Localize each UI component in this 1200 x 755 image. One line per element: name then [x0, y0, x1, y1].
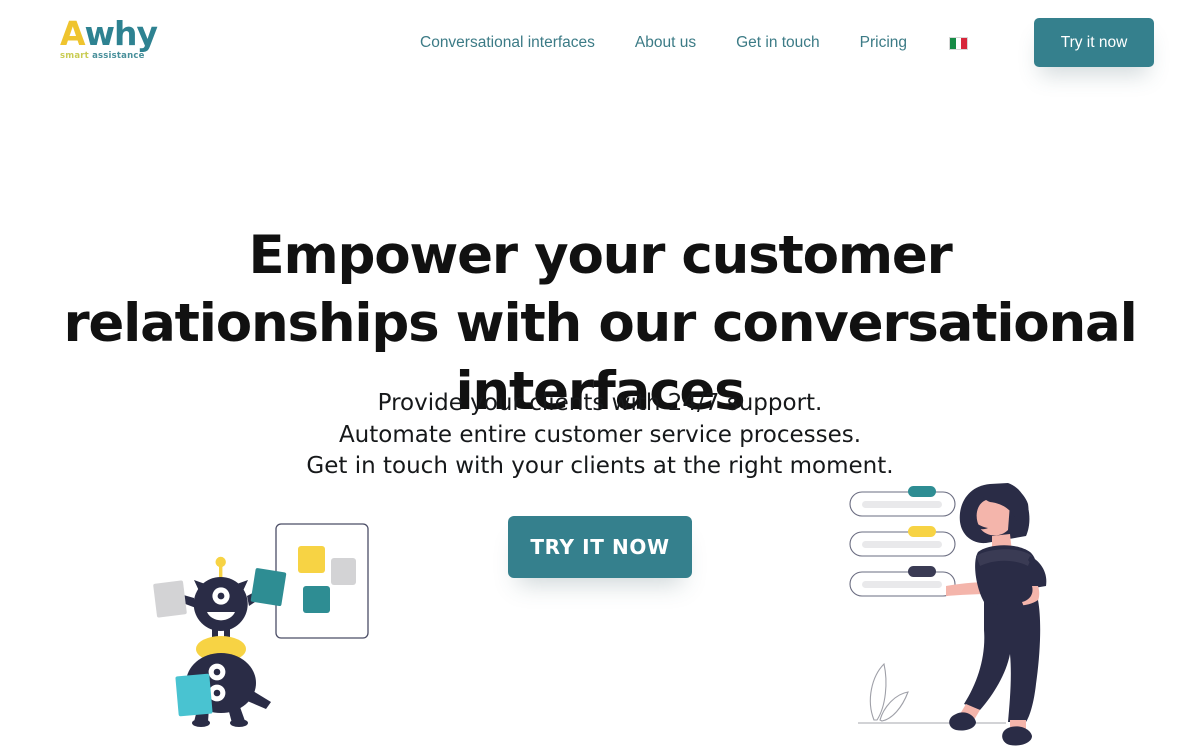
nav-spacer — [595, 43, 635, 44]
logo-wordmark: Awhy — [60, 14, 158, 53]
logo-tagline-smart: smart — [60, 51, 89, 61]
subtitle-line-2: Automate entire customer service process… — [338, 421, 862, 448]
nav-item-pricing[interactable]: Pricing — [860, 30, 907, 56]
primary-navigation: Conversational interfaces About us Get i… — [420, 30, 969, 56]
nav-item-conversational-interfaces[interactable]: Conversational interfaces — [420, 30, 595, 56]
list-bar-2 — [849, 526, 956, 557]
nav-spacer — [820, 43, 860, 44]
logo-text-why: why — [84, 14, 158, 53]
nav-spacer — [696, 43, 736, 44]
logo[interactable]: Awhy smart assistance — [60, 14, 158, 65]
hero-section: Empower your customer relationships with… — [0, 85, 1200, 750]
list-bar-1 — [849, 486, 956, 517]
subtitle-line-3: Get in touch with your clients at the ri… — [306, 453, 894, 479]
hero-try-it-now-button[interactable]: TRY IT NOW — [508, 516, 692, 578]
italian-flag-icon[interactable] — [949, 36, 969, 50]
logo-tagline: smart assistance — [60, 51, 155, 61]
hero-subtitle: Provide your clients with 24/7 support. … — [100, 388, 1100, 483]
nav-item-get-in-touch[interactable]: Get in touch — [736, 30, 820, 56]
site-header: Awhy smart assistance Conversational int… — [0, 0, 1200, 85]
logo-letter-a: A — [60, 14, 86, 53]
flag-stripe-red — [961, 37, 968, 49]
robot-characters-illustration — [150, 520, 395, 750]
header-try-it-now-button[interactable]: Try it now — [1034, 18, 1154, 67]
subtitle-line-1: Provide your clients with 24/7 support. — [377, 390, 823, 416]
nav-item-about-us[interactable]: About us — [635, 30, 696, 56]
woman-with-task-list-illustration — [840, 470, 1085, 750]
logo-tagline-assistance: assistance — [92, 51, 145, 61]
list-bar-3 — [849, 566, 956, 597]
